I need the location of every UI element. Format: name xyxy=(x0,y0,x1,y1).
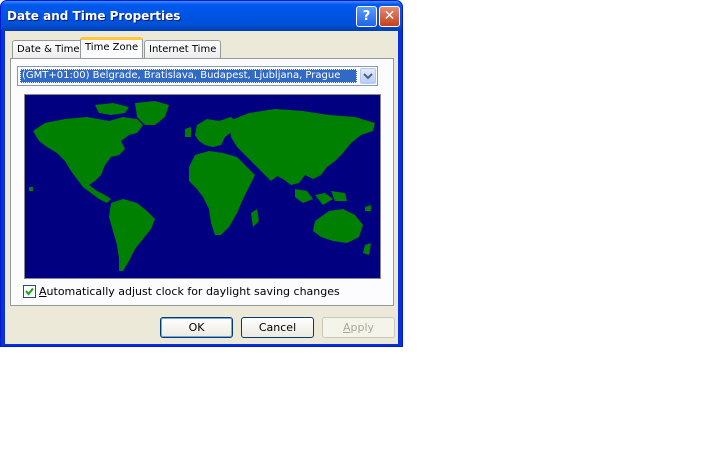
dialog-client-area: Date & Time Time Zone Internet Time (GMT… xyxy=(5,31,398,344)
chevron-down-icon xyxy=(363,73,373,80)
dst-label-mnemonic: A xyxy=(39,285,47,298)
dst-label[interactable]: Automatically adjust clock for daylight … xyxy=(39,285,340,298)
checkmark-icon xyxy=(25,287,34,296)
apply-button[interactable]: Apply xyxy=(322,317,395,338)
apply-label: pply xyxy=(350,321,375,334)
dst-checkbox[interactable] xyxy=(23,285,36,298)
close-icon: ✕ xyxy=(383,8,396,24)
tab-internet-time[interactable]: Internet Time xyxy=(144,40,222,58)
dropdown-arrow-button[interactable] xyxy=(360,68,376,84)
apply-mnemonic: A xyxy=(342,321,351,334)
time-zone-selected-value: (GMT+01:00) Belgrade, Bratislava, Budape… xyxy=(20,69,357,83)
ok-button[interactable]: OK xyxy=(160,317,233,338)
window-title: Date and Time Properties xyxy=(7,9,181,23)
time-zone-dropdown[interactable]: (GMT+01:00) Belgrade, Bratislava, Budape… xyxy=(17,66,378,86)
dst-label-text: utomatically adjust clock for daylight s… xyxy=(46,285,340,298)
help-icon: ? xyxy=(362,9,371,24)
date-time-properties-window: Date and Time Properties ? ✕ Date & Time… xyxy=(0,0,403,347)
tab-date-time[interactable]: Date & Time xyxy=(12,40,85,58)
close-button[interactable]: ✕ xyxy=(379,6,400,27)
world-map xyxy=(24,94,381,279)
help-button[interactable]: ? xyxy=(356,6,377,27)
tab-time-zone[interactable]: Time Zone xyxy=(80,37,144,58)
cancel-button[interactable]: Cancel xyxy=(241,317,314,338)
world-map-image xyxy=(25,95,380,278)
title-bar[interactable]: Date and Time Properties ? ✕ xyxy=(1,1,402,31)
